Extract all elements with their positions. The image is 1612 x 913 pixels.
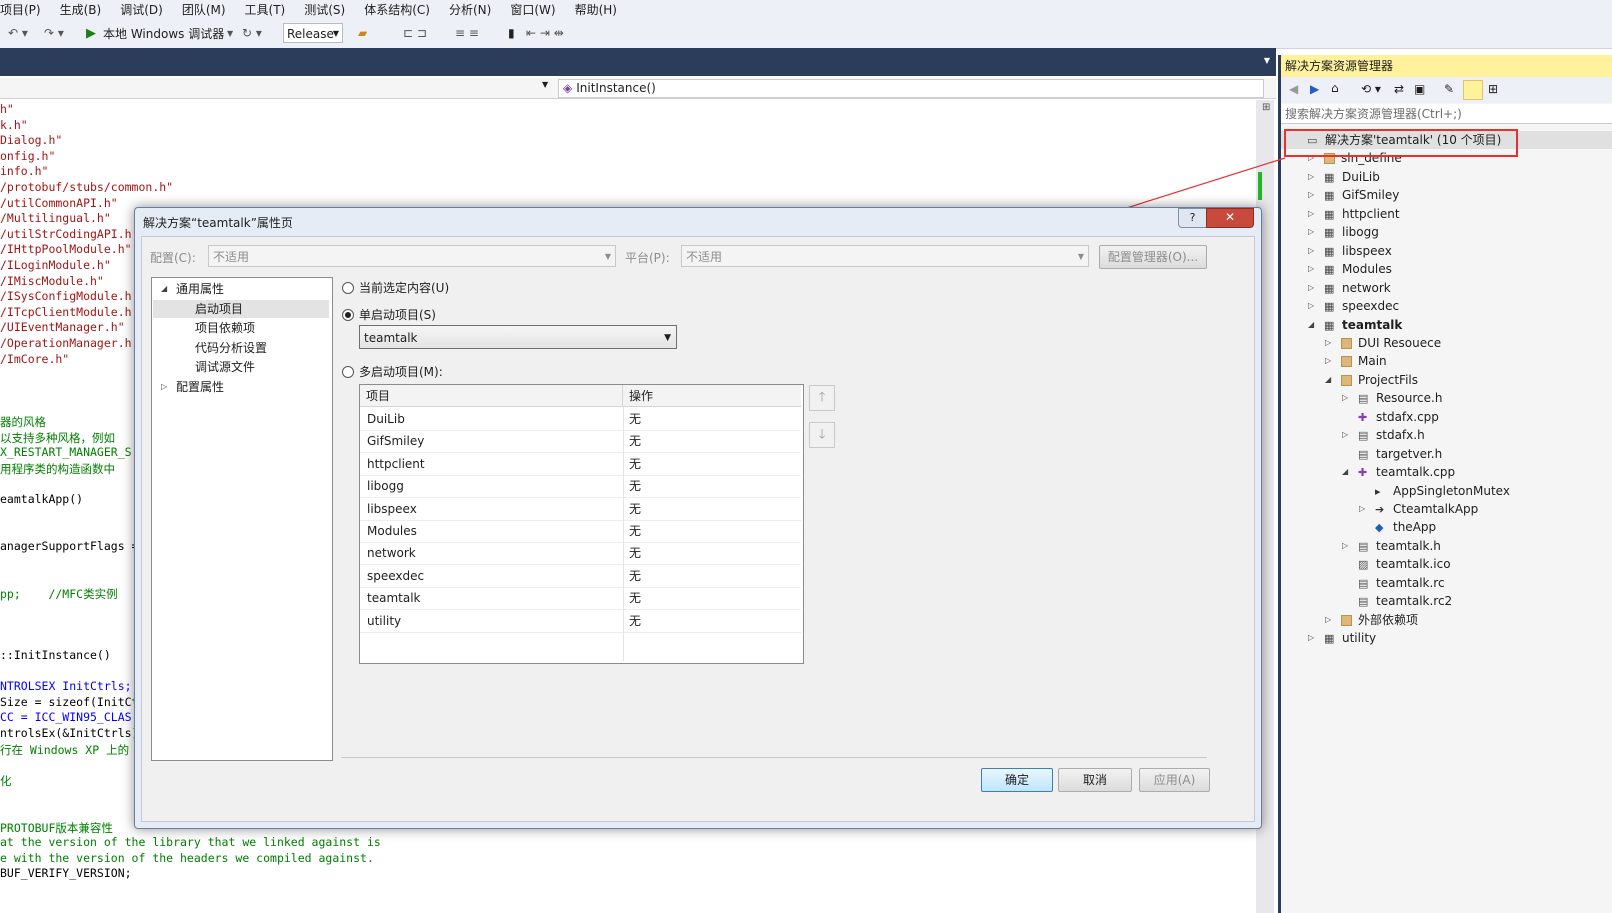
- action-cell[interactable]: 无: [629, 475, 641, 497]
- ok-button[interactable]: 确定: [981, 768, 1053, 792]
- grid-column-divider: [623, 407, 624, 661]
- close-button[interactable]: ✕: [1206, 208, 1254, 228]
- arrow-up-icon: 🡑: [818, 390, 826, 405]
- action-cell[interactable]: 无: [629, 587, 641, 609]
- radio-single-label: 单启动项目(S): [359, 308, 436, 322]
- dialog-title: 解决方案“teamtalk”属性页: [143, 216, 293, 230]
- table-row[interactable]: libspeex 无: [360, 498, 801, 521]
- radio-multiple-startup[interactable]: 多启动项目(M):: [342, 363, 443, 380]
- project-cell: DuiLib: [367, 412, 405, 426]
- table-row[interactable]: httpclient 无: [360, 453, 801, 476]
- move-up-button: 🡑: [809, 385, 835, 411]
- arrow-down-icon: 🡓: [818, 427, 826, 442]
- property-tree-item[interactable]: 通用属性: [176, 280, 224, 298]
- single-startup-dropdown[interactable]: teamtalk ▼: [359, 325, 677, 349]
- project-cell: network: [367, 546, 416, 561]
- config-combo-value: 不适用: [213, 250, 250, 264]
- platform-combo-value: 不适用: [686, 250, 723, 264]
- config-manager-button: 配置管理器(O)...: [1099, 245, 1207, 269]
- action-cell[interactable]: 无: [629, 542, 641, 564]
- radio-current-label: 当前选定内容(U): [359, 281, 450, 295]
- project-cell: libogg: [367, 479, 404, 494]
- project-cell: Modules: [367, 524, 417, 538]
- project-cell: httpclient: [367, 456, 425, 471]
- property-tree-item[interactable]: 项目依赖项: [195, 319, 255, 337]
- action-cell[interactable]: 无: [629, 453, 641, 475]
- action-cell[interactable]: 无: [629, 408, 641, 430]
- property-tree-item[interactable]: 代码分析设置: [195, 339, 267, 357]
- separator: [341, 757, 1207, 758]
- table-row[interactable]: speexdec 无: [360, 565, 801, 588]
- grid-header-project: 项目: [360, 385, 623, 407]
- move-down-button: 🡓: [809, 422, 835, 448]
- config-combo: 不适用 ▼: [208, 245, 616, 267]
- collapsed-icon[interactable]: ▷: [161, 382, 167, 391]
- cancel-button[interactable]: 取消: [1058, 768, 1132, 792]
- property-pages-dialog: 解决方案“teamtalk”属性页 ? ✕ 配置(C): 不适用 ▼ 平台(P):…: [134, 207, 1262, 829]
- action-cell[interactable]: 无: [629, 498, 641, 520]
- grid-header-action: 操作: [623, 385, 801, 407]
- startup-projects-grid: 项目 操作 DuiLib 无 GifSmiley 无 httpclient 无 libogg…: [359, 384, 804, 664]
- project-cell: utility: [367, 613, 402, 628]
- table-row[interactable]: GifSmiley 无: [360, 430, 801, 454]
- chevron-down-icon: ▼: [604, 252, 611, 261]
- property-tree-item[interactable]: 配置属性: [176, 378, 224, 396]
- dialog-body: 配置(C): 不适用 ▼ 平台(P): 不适用 ▼ 配置管理器(O)... ◢ 通用属…: [141, 236, 1255, 822]
- table-row[interactable]: libogg 无: [360, 475, 801, 499]
- table-row[interactable]: DuiLib 无: [360, 408, 801, 431]
- project-cell: libspeex: [367, 501, 417, 516]
- property-tree-item[interactable]: 调试源文件: [195, 358, 255, 376]
- help-button[interactable]: ?: [1178, 208, 1207, 228]
- table-row[interactable]: network 无: [360, 542, 801, 566]
- config-label: 配置(C):: [150, 251, 196, 265]
- radio-multi-label: 多启动项目(M):: [359, 365, 443, 379]
- table-row[interactable]: utility 无: [360, 610, 801, 633]
- single-startup-value: teamtalk: [364, 331, 418, 345]
- radio-current-selection[interactable]: 当前选定内容(U): [342, 279, 449, 296]
- action-cell[interactable]: 无: [629, 565, 641, 587]
- action-cell[interactable]: 无: [629, 610, 641, 632]
- action-cell[interactable]: 无: [629, 430, 641, 452]
- project-cell: GifSmiley: [367, 434, 425, 449]
- project-cell: teamtalk: [367, 591, 421, 606]
- chevron-down-icon: ▼: [1077, 252, 1084, 261]
- annotation-box: [1284, 129, 1518, 157]
- property-tree: ◢ 通用属性启动项目 项目依赖项代码分析设置 调试源文件 ▷ 配置属性: [151, 277, 333, 761]
- platform-label: 平台(P):: [625, 251, 670, 265]
- radio-single-startup[interactable]: 单启动项目(S): [342, 306, 436, 323]
- chevron-down-icon: ▼: [664, 333, 671, 343]
- apply-button: 应用(A): [1139, 768, 1210, 792]
- platform-combo: 不适用 ▼: [681, 245, 1089, 267]
- property-tree-item[interactable]: 启动项目: [195, 300, 243, 318]
- expanded-icon[interactable]: ◢: [161, 284, 167, 293]
- table-row[interactable]: teamtalk 无: [360, 587, 801, 611]
- action-cell[interactable]: 无: [629, 520, 641, 542]
- project-cell: speexdec: [367, 568, 425, 583]
- table-row[interactable]: Modules 无: [360, 520, 801, 543]
